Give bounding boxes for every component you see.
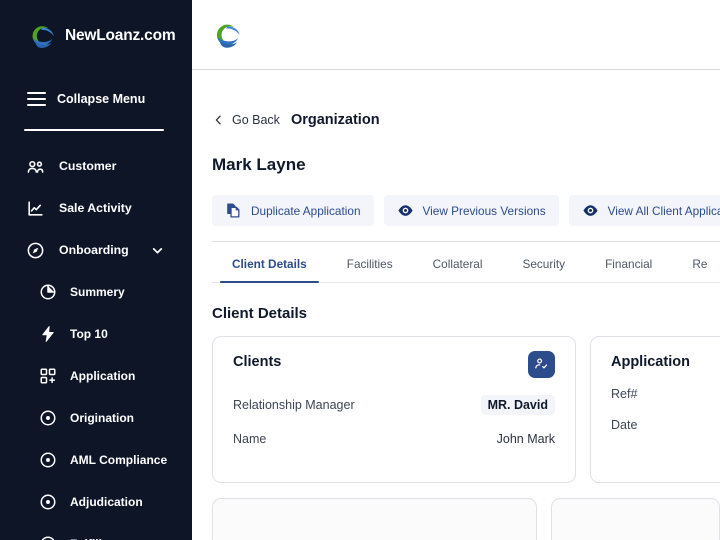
users-icon	[26, 157, 45, 176]
actions-separator	[212, 241, 720, 242]
collapse-menu-button[interactable]: Collapse Menu	[0, 82, 192, 116]
compass-icon	[26, 241, 45, 260]
application-row-ref: Ref#	[611, 387, 720, 401]
sidebar-divider	[24, 129, 164, 131]
row-key: Ref#	[611, 387, 638, 401]
breadcrumb-title: Organization	[290, 112, 380, 128]
sidebar-item-label: Customer	[59, 159, 117, 173]
copy-documents-icon	[225, 202, 242, 219]
sidebar-item-label: Summery	[70, 285, 125, 299]
bolt-icon	[38, 325, 57, 344]
main-content: Go Back Organization Mark Layne Duplicat…	[192, 0, 720, 540]
section-title: Client Details	[212, 305, 308, 322]
sidebar-item-label: Adjudication	[70, 495, 143, 509]
sidebar-item-label: Application	[70, 369, 136, 383]
go-back-link[interactable]: Go Back	[232, 113, 280, 127]
user-check-icon	[534, 356, 549, 374]
newloanz-globe-logo-icon	[216, 24, 240, 48]
action-button-row: Duplicate Application View Previous Vers…	[212, 195, 720, 226]
row-key: Relationship Manager	[233, 398, 355, 412]
sidebar-item-aml-compliance[interactable]: AML Compliance	[0, 439, 192, 481]
tab-bar: Client Details Facilities Collateral Sec…	[212, 245, 720, 283]
target-dot-icon	[38, 409, 57, 428]
secondary-card-left	[212, 498, 537, 540]
sidebar-brand[interactable]: NewLoanz.com	[0, 0, 192, 58]
eye-icon	[397, 202, 414, 219]
client-details-cards: Clients Relationship Manager MR. David N…	[212, 336, 720, 483]
chart-line-icon	[26, 199, 45, 218]
tab-security[interactable]: Security	[502, 257, 585, 282]
sidebar-item-label: AML Compliance	[70, 453, 168, 467]
client-row-name: Name John Mark	[233, 432, 555, 446]
application-row-date: Date	[611, 418, 720, 432]
application-card-title: Application	[611, 354, 690, 370]
newloanz-globe-logo-icon	[32, 26, 54, 48]
target-dot-icon	[38, 451, 57, 470]
sidebar-brand-name: NewLoanz.com	[65, 27, 176, 44]
view-all-client-application-button[interactable]: View All Client Application	[568, 195, 720, 226]
sidebar-nav: Customer Sale Activity Onboarding Summer…	[0, 145, 192, 540]
tab-collateral[interactable]: Collateral	[413, 257, 503, 282]
sidebar: NewLoanz.com Collapse Menu Customer Sale…	[0, 0, 192, 540]
action-button-label: Duplicate Application	[251, 203, 361, 218]
assign-user-button[interactable]	[528, 351, 555, 378]
duplicate-application-button[interactable]: Duplicate Application	[212, 195, 374, 226]
secondary-card-right	[550, 498, 720, 540]
target-dot-icon	[38, 493, 57, 512]
row-value: John Mark	[496, 432, 555, 446]
tab-client-details[interactable]: Client Details	[212, 257, 327, 283]
clients-card: Clients Relationship Manager MR. David N…	[212, 336, 576, 483]
chevron-left-icon[interactable]	[212, 113, 225, 127]
client-row-relationship-manager: Relationship Manager MR. David	[233, 395, 555, 415]
hamburger-icon	[27, 92, 46, 106]
row-value: MR. David	[480, 395, 555, 415]
clients-card-header: Clients	[233, 351, 555, 378]
chevron-down-icon[interactable]	[151, 244, 164, 257]
page-title: Mark Layne	[212, 155, 306, 174]
app-root: NewLoanz.com Collapse Menu Customer Sale…	[0, 0, 720, 540]
tab-facilities[interactable]: Facilities	[327, 257, 413, 282]
target-dot-icon	[38, 535, 57, 540]
secondary-cards-row	[212, 498, 720, 540]
breadcrumb: Go Back Organization	[212, 112, 720, 128]
sidebar-item-onboarding[interactable]: Onboarding	[0, 229, 192, 271]
clients-card-title: Clients	[233, 354, 282, 370]
application-card: Application Ref# Date	[590, 336, 720, 483]
tab-financial[interactable]: Financial	[585, 257, 672, 282]
sidebar-item-label: Onboarding	[59, 243, 129, 257]
pie-chart-icon	[38, 283, 57, 302]
sidebar-item-label: Top 10	[70, 327, 108, 341]
sidebar-item-origination[interactable]: Origination	[0, 397, 192, 439]
sidebar-item-sale-activity[interactable]: Sale Activity	[0, 187, 192, 229]
sidebar-item-application[interactable]: Application	[0, 355, 192, 397]
grid-plus-icon	[38, 367, 57, 386]
view-previous-versions-button[interactable]: View Previous Versions	[383, 195, 559, 226]
sidebar-item-label: Sale Activity	[59, 201, 132, 215]
tab-reports[interactable]: Re	[672, 257, 720, 282]
top-header	[192, 0, 720, 70]
action-button-label: View All Client Application	[607, 203, 720, 218]
sidebar-item-adjudication[interactable]: Adjudication	[0, 481, 192, 523]
row-key: Date	[611, 418, 638, 432]
application-card-header: Application	[611, 354, 720, 370]
eye-icon	[582, 202, 599, 219]
row-key: Name	[233, 432, 267, 446]
page-content: Go Back Organization Mark Layne Duplicat…	[192, 112, 720, 540]
collapse-menu-label: Collapse Menu	[57, 92, 146, 106]
sidebar-item-customer[interactable]: Customer	[0, 145, 192, 187]
sidebar-item-top-10[interactable]: Top 10	[0, 313, 192, 355]
sidebar-item-label: Origination	[70, 411, 134, 425]
sidebar-item-fulfillment[interactable]: Fulfillment	[0, 523, 192, 540]
action-button-label: View Previous Versions	[422, 203, 546, 218]
sidebar-item-summery[interactable]: Summery	[0, 271, 192, 313]
